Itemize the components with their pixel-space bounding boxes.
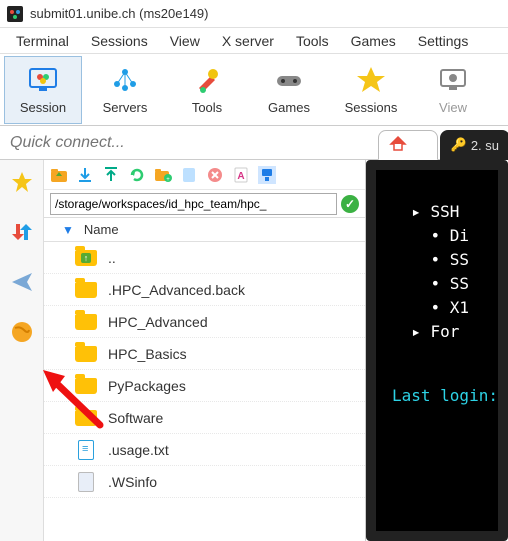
file-icon bbox=[74, 472, 98, 492]
terminal-line: • SS bbox=[392, 248, 486, 272]
svg-text:A: A bbox=[237, 171, 244, 182]
list-item[interactable]: Software bbox=[44, 402, 365, 434]
gamepad-icon bbox=[273, 64, 305, 96]
item-label: HPC_Basics bbox=[108, 346, 187, 362]
path-ok-icon bbox=[341, 195, 359, 213]
monitor-icon bbox=[27, 64, 59, 96]
terminal-line: • SS bbox=[392, 272, 486, 296]
sort-arrow-icon: ▼ bbox=[62, 223, 74, 237]
menu-settings[interactable]: Settings bbox=[408, 31, 479, 51]
folder-icon bbox=[74, 376, 98, 396]
menubar: Terminal Sessions View X server Tools Ga… bbox=[0, 28, 508, 54]
folder-icon bbox=[74, 408, 98, 428]
toolbar-label: Tools bbox=[192, 100, 222, 115]
toolbar-label: Sessions bbox=[345, 100, 398, 115]
upload-icon[interactable] bbox=[102, 166, 120, 184]
terminal-line: • X1 bbox=[392, 296, 486, 320]
terminal-last-login: Last login: bbox=[392, 384, 486, 408]
browser-toolbar: + A bbox=[44, 160, 365, 190]
text-file-icon bbox=[74, 440, 98, 460]
item-label: PyPackages bbox=[108, 378, 186, 394]
delete-icon[interactable] bbox=[206, 166, 224, 184]
file-browser: + A ▼ Name ↑ .. bbox=[44, 160, 366, 541]
tab-strip: 🔑 2. su bbox=[378, 126, 508, 160]
list-item[interactable]: .HPC_Advanced.back bbox=[44, 274, 365, 306]
folder-icon bbox=[74, 280, 98, 300]
new-file-icon[interactable] bbox=[180, 166, 198, 184]
titlebar: submit01.unibe.ch (ms20e149) bbox=[0, 0, 508, 28]
toolbar-games[interactable]: Games bbox=[250, 56, 328, 124]
menu-sessions[interactable]: Sessions bbox=[81, 31, 158, 51]
item-label: .usage.txt bbox=[108, 442, 169, 458]
menu-tools[interactable]: Tools bbox=[286, 31, 339, 51]
list-item[interactable]: PyPackages bbox=[44, 370, 365, 402]
quick-connect-row: 🔑 2. su bbox=[0, 126, 508, 160]
folder-up-button[interactable] bbox=[50, 166, 68, 184]
item-label: Software bbox=[108, 410, 163, 426]
download-icon[interactable] bbox=[76, 166, 94, 184]
terminal-line: ▸ SSH bbox=[392, 200, 486, 224]
item-label: HPC_Advanced bbox=[108, 314, 208, 330]
file-list: ↑ .. .HPC_Advanced.back HPC_Advanced HPC… bbox=[44, 242, 365, 541]
key-icon: 🔑 bbox=[451, 137, 467, 153]
tab-home[interactable] bbox=[378, 130, 438, 160]
toolbar-sessions[interactable]: Sessions bbox=[332, 56, 410, 124]
folder-icon bbox=[74, 312, 98, 332]
toolbar-label: Games bbox=[268, 100, 310, 115]
terminal-pane[interactable]: ▸ SSH • Di • SS • SS • X1 ▸ For Last log… bbox=[366, 160, 508, 541]
window-title: submit01.unibe.ch (ms20e149) bbox=[30, 6, 209, 21]
transfer-icon[interactable] bbox=[8, 218, 36, 246]
list-item[interactable]: .WSinfo bbox=[44, 466, 365, 498]
tab-label: 2. su bbox=[471, 138, 499, 153]
folder-icon bbox=[74, 344, 98, 364]
servers-icon bbox=[109, 64, 141, 96]
favorites-icon[interactable] bbox=[8, 168, 36, 196]
svg-text:+: + bbox=[166, 177, 170, 183]
toolbar-servers[interactable]: Servers bbox=[86, 56, 164, 124]
toolbar-label: Session bbox=[20, 100, 66, 115]
item-label: .HPC_Advanced.back bbox=[108, 282, 245, 298]
toolbar-label: View bbox=[439, 100, 467, 115]
text-icon[interactable]: A bbox=[232, 166, 250, 184]
main-toolbar: Session Servers Tools bbox=[0, 54, 508, 126]
terminal-line: ▸ For bbox=[392, 320, 486, 344]
column-name: Name bbox=[84, 222, 119, 237]
globe-icon[interactable] bbox=[8, 318, 36, 346]
menu-games[interactable]: Games bbox=[341, 31, 406, 51]
list-header[interactable]: ▼ Name bbox=[44, 218, 365, 242]
toolbar-tools[interactable]: Tools bbox=[168, 56, 246, 124]
view-icon bbox=[437, 64, 469, 96]
item-label: .WSinfo bbox=[108, 474, 157, 490]
menu-xserver[interactable]: X server bbox=[212, 31, 284, 51]
send-icon[interactable] bbox=[8, 268, 36, 296]
terminal-line: • Di bbox=[392, 224, 486, 248]
star-icon bbox=[355, 64, 387, 96]
path-input[interactable] bbox=[50, 193, 337, 215]
computer-icon[interactable] bbox=[258, 166, 276, 184]
list-item[interactable]: HPC_Basics bbox=[44, 338, 365, 370]
main-area: + A ▼ Name ↑ .. bbox=[0, 160, 508, 541]
toolbar-session[interactable]: Session bbox=[4, 56, 82, 124]
item-label: .. bbox=[108, 250, 116, 266]
app-icon bbox=[6, 5, 24, 23]
home-icon bbox=[389, 135, 407, 156]
left-sidebar bbox=[0, 160, 44, 541]
tools-icon bbox=[191, 64, 223, 96]
list-item[interactable]: HPC_Advanced bbox=[44, 306, 365, 338]
list-item[interactable]: .usage.txt bbox=[44, 434, 365, 466]
folder-up-icon: ↑ bbox=[74, 248, 98, 268]
refresh-icon[interactable] bbox=[128, 166, 146, 184]
menu-view[interactable]: View bbox=[160, 31, 210, 51]
list-item-updir[interactable]: ↑ .. bbox=[44, 242, 365, 274]
toolbar-label: Servers bbox=[103, 100, 148, 115]
path-row bbox=[44, 190, 365, 218]
tab-session-remote[interactable]: 🔑 2. su bbox=[440, 130, 508, 160]
new-folder-icon[interactable]: + bbox=[154, 166, 172, 184]
menu-terminal[interactable]: Terminal bbox=[6, 31, 79, 51]
toolbar-view[interactable]: View bbox=[414, 56, 492, 124]
